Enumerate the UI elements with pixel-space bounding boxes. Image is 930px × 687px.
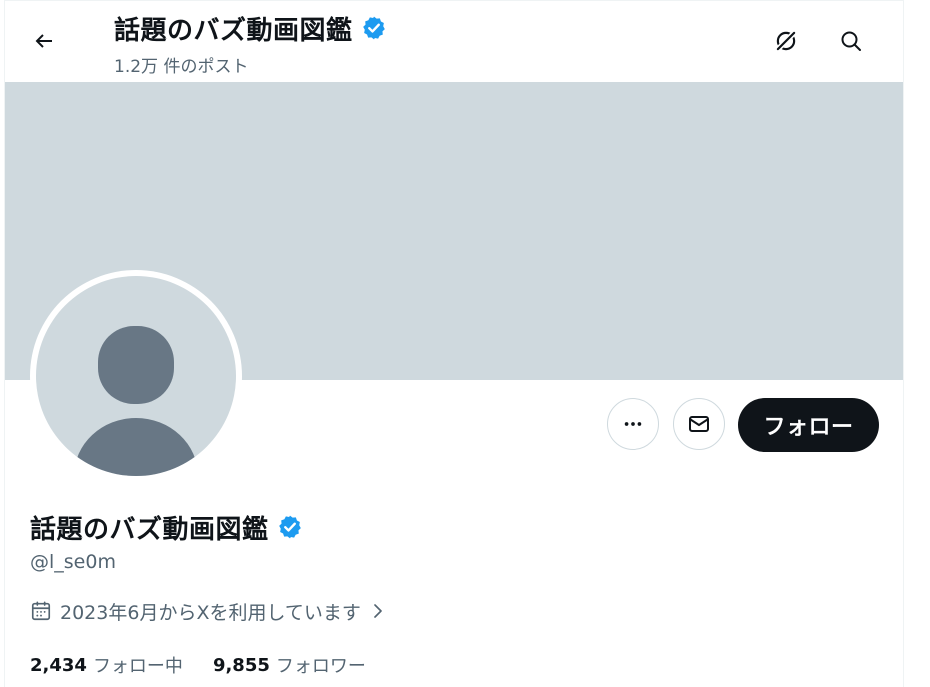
default-avatar-image bbox=[36, 276, 236, 476]
more-button[interactable] bbox=[607, 398, 659, 450]
verified-badge-icon[interactable] bbox=[277, 514, 303, 540]
profile-handle: @l_se0m bbox=[30, 551, 116, 573]
search-button[interactable] bbox=[831, 21, 871, 61]
post-count: 1.2万 件のポスト bbox=[114, 57, 249, 77]
default-user-icon bbox=[74, 326, 198, 476]
following-label: フォロー中 bbox=[92, 656, 183, 677]
joined-date[interactable]: 2023年6月からXを利用しています bbox=[30, 596, 387, 626]
followers-label: フォロワー bbox=[275, 656, 366, 677]
header-account-name: 話題のバズ動画図鑑 bbox=[114, 15, 353, 46]
follow-button[interactable]: フォロー bbox=[738, 398, 879, 452]
message-button[interactable] bbox=[673, 398, 725, 450]
avatar[interactable] bbox=[30, 270, 242, 482]
joined-text: 2023年6月からXを利用しています bbox=[60, 601, 361, 624]
following-count: 2,434 bbox=[30, 654, 87, 676]
arrow-left-icon bbox=[35, 34, 52, 48]
chevron-right-icon bbox=[374, 604, 382, 618]
envelope-icon bbox=[689, 416, 709, 432]
verified-badge-icon bbox=[362, 16, 385, 40]
right-gutter bbox=[904, 0, 930, 687]
more-dots-icon bbox=[624, 422, 642, 426]
header-title: 話題のバズ動画図鑑 bbox=[114, 10, 387, 46]
followers-count: 9,855 bbox=[212, 654, 270, 676]
profile-name: 話題のバズ動画図鑑 bbox=[30, 507, 303, 547]
followers-link[interactable]: 9,855 フォロワー bbox=[213, 652, 366, 678]
calendar-icon bbox=[31, 601, 51, 621]
unlink-icon bbox=[775, 30, 797, 52]
following-link[interactable]: 2,434 フォロー中 bbox=[30, 652, 183, 678]
back-button[interactable] bbox=[24, 21, 64, 61]
search-icon bbox=[841, 31, 861, 51]
follow-stats: 2,434 フォロー中 9,855 フォロワー bbox=[30, 651, 366, 679]
unlink-button[interactable] bbox=[766, 21, 806, 61]
profile-display-name: 話題のバズ動画図鑑 bbox=[30, 514, 269, 545]
